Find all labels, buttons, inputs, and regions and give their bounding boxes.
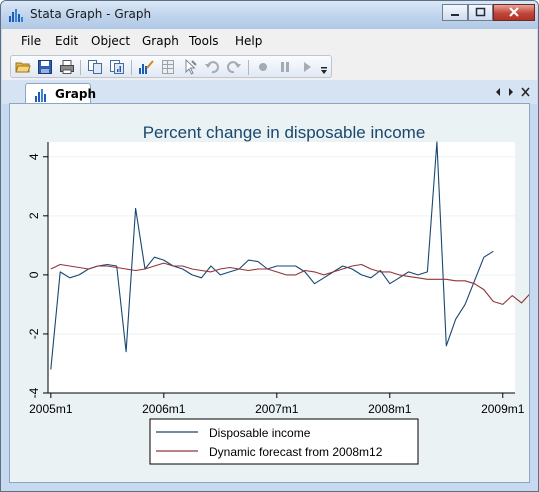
- legend: Disposable income Dynamic forecast from …: [149, 418, 419, 465]
- menu-bar: File Edit Object Graph Tools Help: [2, 29, 537, 53]
- menu-object[interactable]: Object: [91, 34, 130, 48]
- tab-graph-label: Graph: [55, 87, 96, 101]
- graph-tab-icon: [35, 89, 46, 102]
- toolbar: [2, 53, 537, 80]
- y-tick-label: 4: [27, 153, 41, 160]
- toolbar-separator: [80, 60, 81, 75]
- y-tick-label: 0: [27, 271, 41, 278]
- title-bar[interactable]: Stata Graph - Graph: [1, 1, 538, 29]
- tab-scroll-right-icon[interactable]: [507, 87, 515, 97]
- x-tick-label: 2007m1: [255, 402, 299, 416]
- tab-graph[interactable]: Graph: [25, 83, 96, 105]
- menu-edit[interactable]: Edit: [55, 34, 78, 48]
- x-tick-label: 2005m1: [29, 402, 73, 416]
- play-icon[interactable]: [299, 59, 315, 75]
- open-icon[interactable]: [15, 59, 31, 75]
- legend-label-disposable-income: Disposable income: [209, 426, 311, 440]
- tab-close-icon[interactable]: [521, 87, 530, 97]
- menu-file[interactable]: File: [21, 34, 41, 48]
- copy-icon[interactable]: [87, 59, 103, 75]
- y-tick-label: -4: [27, 387, 41, 398]
- stata-graph-app-icon: [9, 9, 23, 22]
- legend-label-dynamic-forecast: Dynamic forecast from 2008m12: [209, 445, 383, 459]
- menu-help[interactable]: Help: [235, 34, 262, 48]
- close-button[interactable]: [493, 4, 535, 21]
- undo-icon[interactable]: [204, 59, 220, 75]
- pointer-icon[interactable]: [182, 59, 198, 75]
- toolbar-separator: [131, 60, 132, 75]
- tab-bar: Graph: [2, 80, 537, 105]
- menu-graph[interactable]: Graph: [142, 34, 179, 48]
- pause-icon[interactable]: [277, 59, 293, 75]
- toolbar-strip: [10, 55, 332, 78]
- window-title: Stata Graph - Graph: [30, 7, 152, 21]
- x-tick-label: 2006m1: [142, 402, 186, 416]
- record-icon[interactable]: [255, 59, 271, 75]
- chart-title: Percent change in disposable income: [143, 123, 426, 142]
- copy-graph-icon[interactable]: [109, 59, 125, 75]
- minimize-icon: [451, 14, 459, 16]
- menu-tools[interactable]: Tools: [189, 34, 219, 48]
- line-chart: Percent change in disposable income -4 -2…: [27, 123, 532, 465]
- toolbar-overflow-icon[interactable]: [320, 67, 328, 75]
- y-axis-ticks: -4 -2 0 2 4: [27, 153, 48, 398]
- toolbar-separator: [248, 60, 249, 75]
- maximize-button[interactable]: [468, 4, 493, 21]
- tab-scroll-left-icon[interactable]: [494, 87, 502, 97]
- save-icon[interactable]: [37, 59, 53, 75]
- x-axis-ticks: 2005m1 2006m1 2007m1 2008m1 2009m1: [29, 393, 525, 416]
- x-tick-label: 2008m1: [368, 402, 412, 416]
- y-tick-label: 2: [27, 212, 41, 219]
- print-icon[interactable]: [59, 59, 75, 75]
- redo-icon[interactable]: [226, 59, 242, 75]
- minimize-button[interactable]: [442, 4, 468, 21]
- close-icon: [509, 7, 519, 17]
- maximize-icon: [475, 7, 486, 17]
- stata-graph-window: Stata Graph - Graph File Edit Object Gra…: [0, 0, 539, 492]
- graph-canvas: Percent change in disposable income -4 -2…: [9, 103, 532, 483]
- y-tick-label: -2: [27, 328, 41, 339]
- x-tick-label: 2009m1: [481, 402, 525, 416]
- graph-editor-icon[interactable]: [138, 59, 154, 75]
- grid-edit-icon[interactable]: [160, 59, 176, 75]
